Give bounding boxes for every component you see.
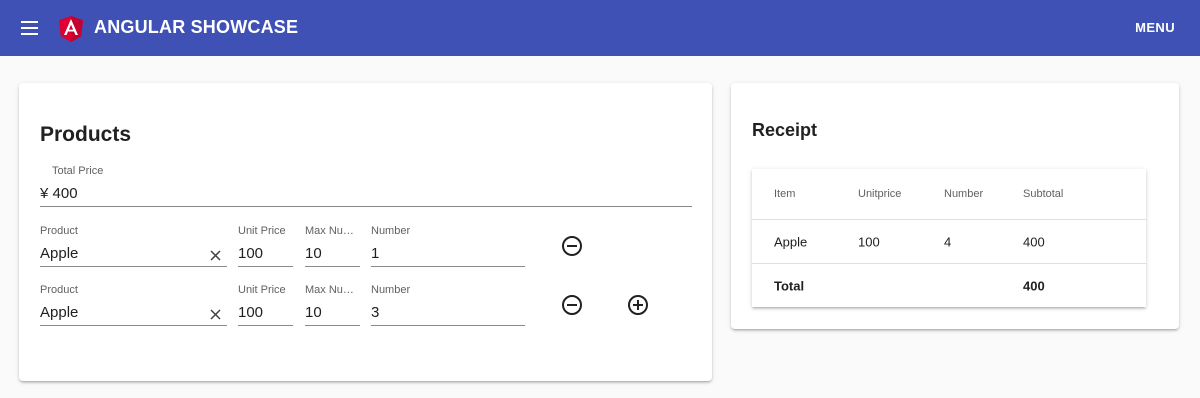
unit-price-field[interactable]: Unit Price bbox=[238, 284, 293, 326]
number-label: Number bbox=[371, 225, 411, 237]
column-header-number: Number bbox=[944, 188, 984, 200]
cell-item: Apple bbox=[774, 234, 808, 249]
products-card: Products Total Price Product Unit Price … bbox=[19, 83, 712, 381]
number-label: Number bbox=[371, 284, 411, 296]
product-field[interactable]: Product bbox=[40, 225, 227, 267]
cell-unitprice: 100 bbox=[858, 234, 880, 249]
product-label: Product bbox=[40, 284, 78, 296]
column-header-unitprice: Unitprice bbox=[858, 188, 902, 200]
max-number-input[interactable] bbox=[305, 245, 360, 262]
max-number-label: Max Number bbox=[305, 284, 360, 296]
table-row: Apple 100 4 400 bbox=[752, 220, 1146, 264]
total-label: Total bbox=[774, 278, 805, 293]
column-header-item: Item bbox=[774, 188, 796, 200]
cell-subtotal: 400 bbox=[1023, 234, 1045, 249]
receipt-card: Receipt Item Unitprice Number Subtotal A… bbox=[731, 83, 1179, 329]
cell-number: 4 bbox=[944, 234, 952, 249]
total-price-input[interactable] bbox=[40, 185, 692, 202]
table-footer-row: Total 400 bbox=[752, 264, 1146, 307]
column-header-subtotal: Subtotal bbox=[1023, 188, 1064, 200]
receipt-table: Item Unitprice Number Subtotal Apple 100… bbox=[752, 169, 1146, 307]
number-input[interactable] bbox=[371, 304, 525, 321]
product-field[interactable]: Product bbox=[40, 284, 227, 326]
unit-price-field[interactable]: Unit Price bbox=[238, 225, 293, 267]
close-icon[interactable] bbox=[210, 250, 221, 261]
max-number-input[interactable] bbox=[305, 304, 360, 321]
receipt-heading: Receipt bbox=[752, 120, 818, 140]
number-input[interactable] bbox=[371, 245, 525, 262]
remove-circle-icon[interactable] bbox=[562, 236, 582, 256]
max-number-label: Max Number bbox=[305, 225, 360, 237]
hamburger-menu-icon[interactable] bbox=[18, 16, 42, 40]
number-field[interactable]: Number bbox=[371, 225, 525, 267]
max-number-field[interactable]: Max Number bbox=[305, 284, 360, 326]
number-field[interactable]: Number bbox=[371, 284, 525, 326]
app-title: ANGULAR SHOWCASE bbox=[94, 17, 299, 37]
products-heading: Products bbox=[40, 123, 132, 146]
unit-price-input[interactable] bbox=[238, 304, 293, 321]
table-header-row: Item Unitprice Number Subtotal bbox=[752, 169, 1146, 220]
close-icon[interactable] bbox=[210, 309, 221, 320]
menu-button[interactable]: MENU bbox=[1135, 20, 1175, 35]
unit-price-label: Unit Price bbox=[238, 225, 286, 237]
remove-circle-icon[interactable] bbox=[562, 295, 582, 315]
product-input[interactable] bbox=[40, 245, 200, 262]
product-input[interactable] bbox=[40, 304, 200, 321]
angular-logo-icon bbox=[59, 16, 83, 42]
total-price-field[interactable]: Total Price bbox=[40, 165, 692, 207]
top-toolbar: ANGULAR SHOWCASE MENU bbox=[0, 0, 1200, 56]
total-price-label: Total Price bbox=[52, 165, 104, 177]
total-value: 400 bbox=[1023, 278, 1045, 293]
unit-price-input[interactable] bbox=[238, 245, 293, 262]
unit-price-label: Unit Price bbox=[238, 284, 286, 296]
max-number-field[interactable]: Max Number bbox=[305, 225, 360, 267]
add-circle-icon[interactable] bbox=[628, 295, 648, 315]
product-label: Product bbox=[40, 225, 78, 237]
